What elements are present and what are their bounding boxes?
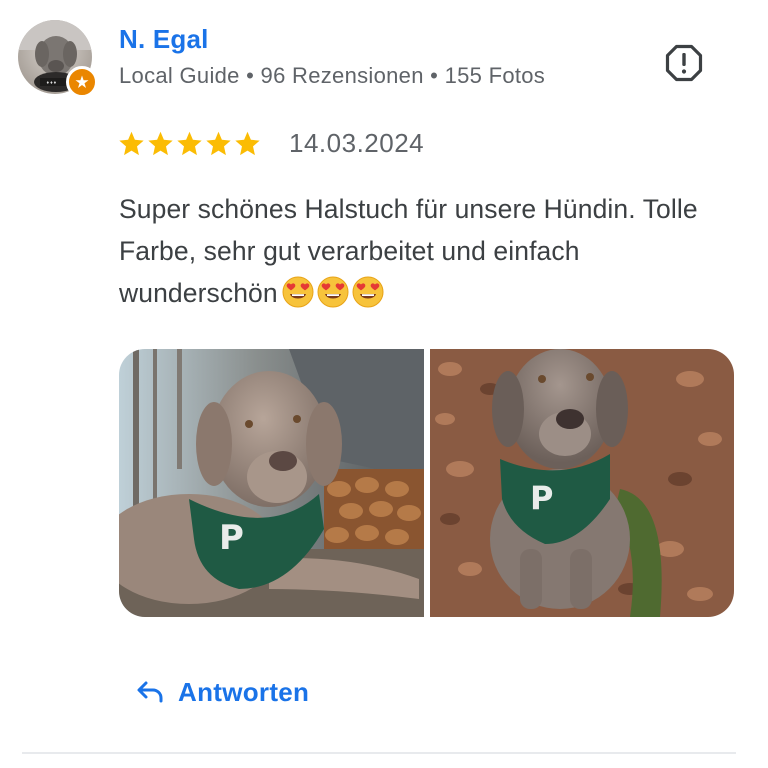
star-rating (118, 130, 261, 157)
heart-eyes-emoji-icon (282, 276, 314, 308)
review-date: 14.03.2024 (289, 128, 425, 158)
reply-label: Antworten (178, 676, 310, 707)
heart-eyes-emoji-icon (352, 276, 384, 308)
local-guide-star-icon (75, 75, 89, 88)
local-guide-badge (66, 66, 98, 98)
review-photo-1[interactable]: P (119, 349, 424, 617)
reviewer-meta[interactable]: Local Guide • 96 Rezensionen • 155 Fotos (119, 63, 545, 89)
svg-text:P: P (219, 518, 244, 558)
review-text: Super schönes Halstuch für unsere Hündin… (119, 188, 739, 314)
svg-text:♦♦♦: ♦♦♦ (46, 80, 57, 85)
star-icon (235, 131, 260, 156)
svg-text:P: P (530, 479, 553, 517)
review-photo-2[interactable]: P (430, 349, 734, 617)
heart-eyes-emoji-icon (317, 276, 349, 308)
divider (22, 752, 736, 754)
star-icon (119, 131, 144, 156)
star-icon (177, 131, 202, 156)
star-icon (148, 131, 173, 156)
dog-lying-with-green-bandana-photo: P (119, 349, 424, 617)
dog-sitting-in-leaves-photo: P (430, 349, 734, 617)
reply-arrow-icon (137, 681, 163, 703)
review-body: Super schönes Halstuch für unsere Hündin… (119, 194, 698, 308)
emoji-group (282, 276, 384, 308)
reviewer-name[interactable]: N. Egal (119, 24, 209, 55)
reply-button[interactable]: Antworten (136, 668, 309, 716)
star-icon (206, 131, 231, 156)
report-button[interactable] (664, 43, 704, 83)
report-flag-icon (665, 44, 703, 82)
